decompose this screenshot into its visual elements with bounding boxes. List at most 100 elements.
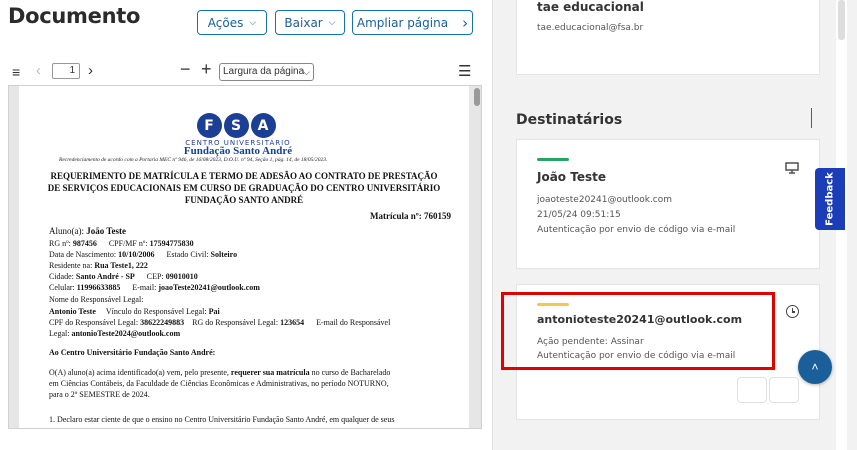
field-value: 38622249883 [140,318,185,327]
pdf-toolbar: ≡ ‹ 1 › − + Largura da página ⌵ ☰ [8,59,478,82]
acoes-button[interactable]: Ações ⌵ [197,10,267,35]
field-value: Santo André - SP [75,272,135,281]
field-value: Antonio Teste [49,307,96,316]
cidade-line: Cidade: Santo André - SP CEP: 09010010 [49,272,198,281]
pdf-scrollbar[interactable] [473,86,481,428]
aluno-line: Aluno(a): João Teste [49,226,126,236]
logo-letter: F [196,113,222,138]
addressee-line: Ao Centro Universitário Fundação Santo A… [49,348,216,357]
field-value: 10/10/2006 [118,250,155,259]
field-label: Data de Nascimento: [49,250,117,259]
field-value: 17594775830 [149,239,194,248]
next-page-icon[interactable]: › [88,62,93,79]
clock-icon [786,305,799,318]
field-value: João Teste [86,226,127,236]
field-label: Aluno(a): [49,226,84,236]
heading-line: DE SERVIÇOS EDUCACIONAIS EM CURSO DE GRA… [47,183,441,193]
card-action-button[interactable] [737,377,767,403]
sender-name: tae educacional [537,0,644,14]
field-label: Celular: [49,283,75,292]
zoom-select[interactable]: Largura da página ⌵ [219,63,314,81]
matricula-label: Matrícula nº: [370,211,422,221]
zoom-select-value: Largura da página [223,66,305,77]
field-value: 987456 [72,239,97,248]
field-value: 123654 [280,318,305,327]
chevron-down-icon: ⌵ [303,67,310,77]
card-action-button[interactable] [769,377,799,403]
field-value: 11996633885 [76,283,121,292]
page-title: Documento [8,4,141,28]
document-heading: REQUERIMENTO DE MATRÍCULA E TERMO DE ADE… [39,170,449,206]
matricula-number: Matrícula nº: 760159 [370,211,451,221]
logo-name: Fundação Santo André [183,145,293,157]
field-value: antonioTeste2024@outlook.com [71,329,181,338]
sender-email: tae.educacional@fsa.br [537,23,644,33]
paragraph-text: O(A) aluno(a) acima identificado(a) vem,… [49,368,229,377]
field-label: Estado Civil: [166,250,209,259]
field-value: Solteiro [210,250,238,259]
pdf-scrollbar-thumb[interactable] [474,88,480,106]
logo-letter: A [250,113,276,138]
field-label: RG nº: [49,239,71,248]
page-scrollbar-thumb[interactable] [838,0,845,40]
field-label: CPF do Responsável Legal: [49,318,139,327]
field-label: RG do Responsável Legal: [192,318,279,327]
field-label: CPF/MF nº: [108,239,148,248]
responsavel-docs-line: CPF do Responsável Legal: 38622249883 RG… [49,318,390,327]
chevron-up-icon: ˄ [811,360,819,374]
page-number-input[interactable]: 1 [52,63,80,79]
monitor-icon [785,162,799,174]
contato-line: Celular: 11996633885 E-mail: joaoTeste20… [49,283,260,292]
baixar-button[interactable]: Baixar ⌵ [275,10,345,35]
field-label: E-mail do Responsável [316,318,391,327]
feedback-tab[interactable]: Feedback [815,168,845,230]
zoom-in-icon[interactable]: + [201,59,212,80]
paragraph-line: para o 2º SEMESTRE de 2024. [49,390,150,399]
heading-line: FUNDAÇÃO SANTO ANDRÉ [184,195,304,205]
ampliar-label: Ampliar página [356,15,449,30]
field-label: Vínculo do Responsável Legal: [105,307,207,316]
fsa-logo: F S A [195,113,277,138]
field-label: Nome do Responsável Legal: [49,295,144,304]
highlight-box [501,292,775,370]
heading-line: REQUERIMENTO DE MATRÍCULA E TERMO DE ADE… [50,171,438,181]
sidebar-toggle-icon[interactable]: ≡ [12,64,20,80]
scroll-top-button[interactable]: ˄ [798,350,832,384]
previous-page-icon[interactable]: ‹ [36,62,41,79]
field-value: 09010010 [165,272,198,281]
field-value: Pai [208,307,220,316]
status-bar [537,158,569,161]
more-menu-icon[interactable]: ☰ [458,62,471,80]
recipient-email: joaoteste20241@outlook.com [537,195,673,205]
sender-card: tae educacional tae.educacional@fsa.br [516,0,820,75]
pdf-page: F S A CENTRO UNIVERSITÁRIO Fundação Sant… [19,86,469,428]
pdf-viewer[interactable]: F S A CENTRO UNIVERSITÁRIO Fundação Sant… [8,85,482,429]
paragraph-bold: requerer sua matrícula [230,368,310,377]
chevron-down-icon: ⌵ [328,17,336,28]
signers-pane: tae educacional tae.educacional@fsa.br D… [492,0,857,450]
rg-cpf-line: RG nº: 987456 CPF/MF nº: 17594775830 [49,239,194,248]
zoom-out-icon[interactable]: − [180,59,191,80]
chevron-down-icon: ⌵ [249,17,257,28]
chevron-right-icon: › [462,13,469,32]
field-label: Cidade: [49,272,74,281]
baixar-label: Baixar [284,15,323,30]
paragraph-line: em Ciências Contábeis, da Faculdade de C… [49,379,389,388]
nascimento-line: Data de Nascimento: 10/10/2006 Estado Ci… [49,250,237,259]
recipients-heading: Destinatários [516,112,623,128]
responsavel-email-line: Legal: antonioTeste2024@outlook.com [49,329,180,338]
logo-letter: S [223,113,249,138]
paragraph-text: no curso de Bacharelado [311,368,391,377]
field-value: Rua Teste1, 222 [94,261,148,270]
recipient-card: João Teste joaoteste20241@outlook.com 21… [516,139,820,269]
recipient-auth: Autenticação por envio de código via e-m… [537,225,736,235]
document-pane: Documento Ações ⌵ Baixar ⌵ Ampliar págin… [0,0,492,450]
divider [811,108,812,128]
endereco-line: Residente na: Rua Teste1, 222 [49,261,148,270]
field-label: E-mail: [132,283,157,292]
responsavel-label-line: Nome do Responsável Legal: [49,295,143,304]
ampliar-pagina-button[interactable]: Ampliar página › [352,10,473,35]
field-label: CEP: [146,272,164,281]
recred-note: Recredenciamento de acordo com a Portari… [59,157,328,163]
field-label: Residente na: [49,261,93,270]
